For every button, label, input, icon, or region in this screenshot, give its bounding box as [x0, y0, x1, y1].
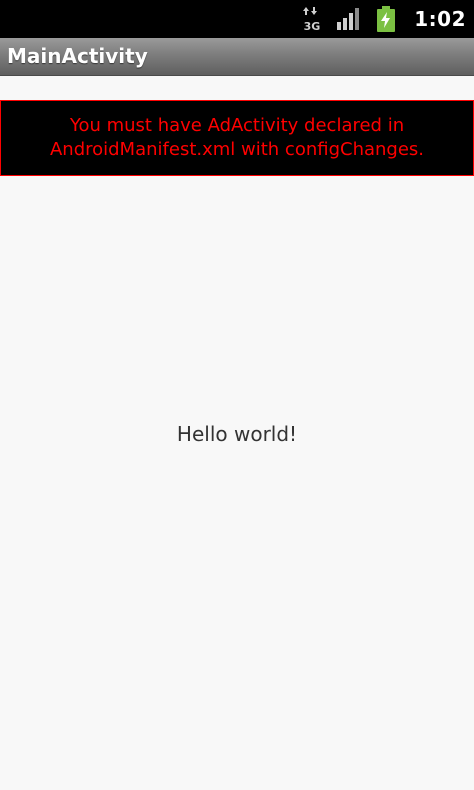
- status-icons: 3G 1:02: [302, 0, 474, 38]
- status-bar: 3G 1:02: [0, 0, 474, 38]
- network-type-label: 3G: [304, 20, 321, 32]
- status-clock: 1:02: [414, 7, 466, 31]
- data-arrows-icon: 3G: [302, 6, 322, 32]
- main-content: You must have AdActivity declared in And…: [0, 76, 474, 790]
- signal-strength-icon: [336, 8, 362, 30]
- ad-error-message: You must have AdActivity declared in And…: [49, 115, 425, 160]
- app-title: MainActivity: [7, 44, 148, 68]
- ad-banner[interactable]: You must have AdActivity declared in And…: [0, 100, 474, 176]
- hello-world-text: Hello world!: [176, 422, 298, 446]
- app-title-bar: MainActivity: [0, 38, 474, 76]
- battery-charging-icon: [376, 6, 396, 32]
